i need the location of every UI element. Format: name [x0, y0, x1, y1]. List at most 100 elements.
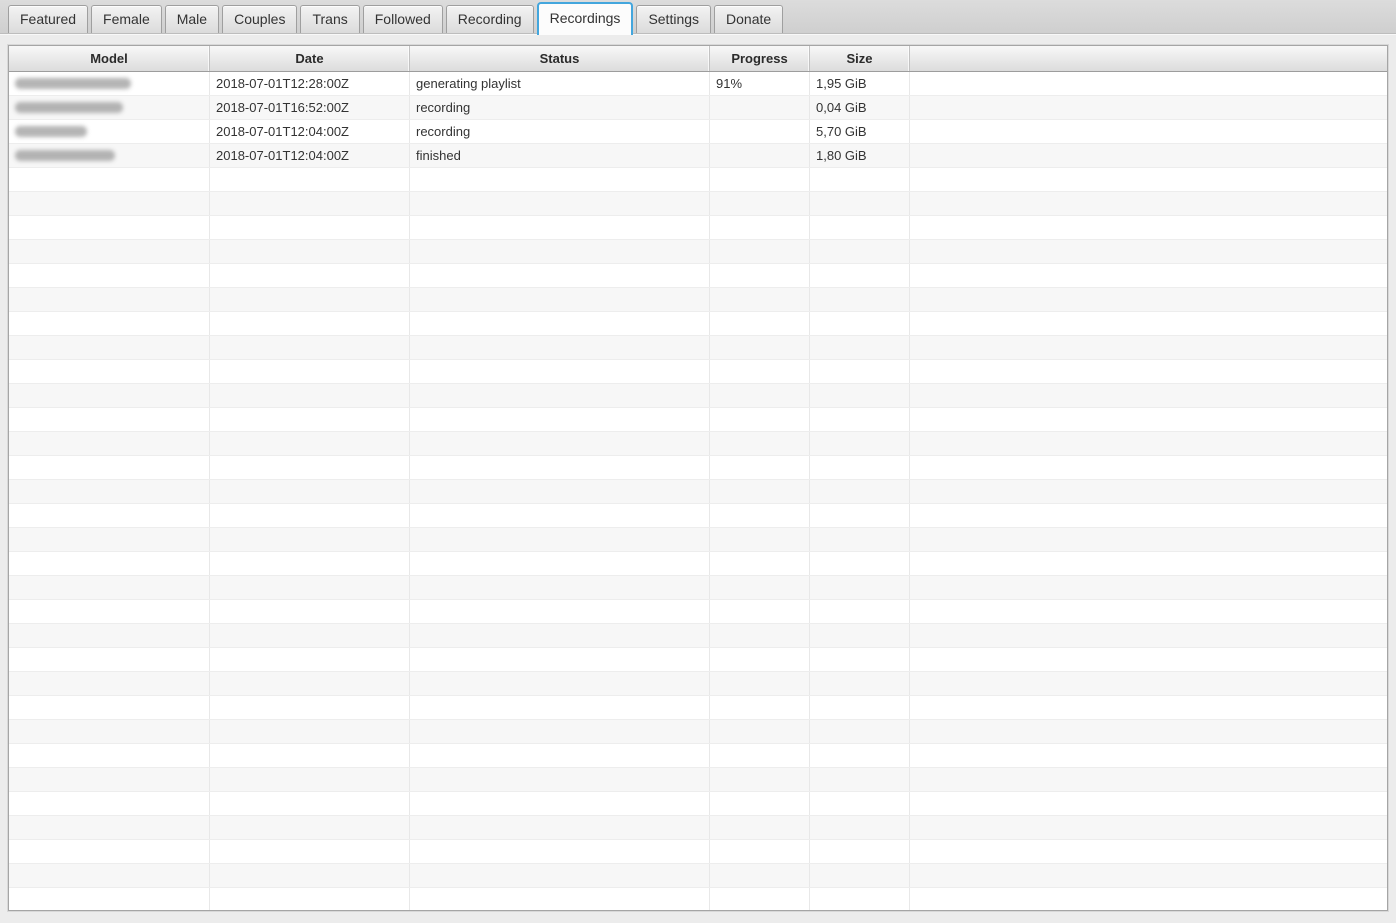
cell-date	[210, 216, 410, 239]
table-row[interactable]	[9, 480, 1387, 504]
table-row[interactable]	[9, 216, 1387, 240]
table-row[interactable]	[9, 744, 1387, 768]
column-header-status[interactable]: Status	[410, 46, 710, 71]
table-row[interactable]: 2018-07-01T16:52:00Z recording 0,04 GiB	[9, 96, 1387, 120]
tab-label: Settings	[648, 11, 700, 27]
table-row[interactable]	[9, 888, 1387, 910]
column-header-model[interactable]: Model	[9, 46, 210, 71]
table-row[interactable]	[9, 384, 1387, 408]
cell-filler	[910, 528, 1387, 551]
cell-date	[210, 288, 410, 311]
cell-filler	[910, 72, 1387, 95]
table-row[interactable]	[9, 696, 1387, 720]
table-row[interactable]	[9, 504, 1387, 528]
table-row[interactable]	[9, 792, 1387, 816]
table-row[interactable]: 2018-07-01T12:04:00Z recording 5,70 GiB	[9, 120, 1387, 144]
cell-size	[810, 240, 910, 263]
cell-filler	[910, 144, 1387, 167]
table-row[interactable]	[9, 528, 1387, 552]
cell-progress	[710, 600, 810, 623]
cell-progress	[710, 264, 810, 287]
cell-status	[410, 456, 710, 479]
cell-status: recording	[410, 120, 710, 143]
table-row[interactable]	[9, 576, 1387, 600]
table-row[interactable]	[9, 360, 1387, 384]
cell-status: finished	[410, 144, 710, 167]
cell-progress	[710, 312, 810, 335]
cell-model	[9, 288, 210, 311]
tab-featured[interactable]: Featured	[8, 5, 89, 33]
cell-model	[9, 528, 210, 551]
cell-status	[410, 336, 710, 359]
cell-status	[410, 672, 710, 695]
table-row[interactable]	[9, 768, 1387, 792]
table-row[interactable]	[9, 816, 1387, 840]
tab-recordings[interactable]: Recordings	[536, 2, 634, 35]
table-row[interactable]: 2018-07-01T12:28:00Z generating playlist…	[9, 72, 1387, 96]
table-row[interactable]	[9, 168, 1387, 192]
table-row[interactable]	[9, 600, 1387, 624]
cell-date	[210, 360, 410, 383]
tab-trans[interactable]: Trans	[300, 5, 360, 33]
cell-size	[810, 360, 910, 383]
column-header-date[interactable]: Date	[210, 46, 410, 71]
tab-recording[interactable]: Recording	[445, 5, 534, 33]
tab-couples[interactable]: Couples	[222, 5, 298, 33]
cell-model	[9, 72, 210, 95]
cell-model	[9, 672, 210, 695]
table-row[interactable]	[9, 312, 1387, 336]
table-row[interactable]	[9, 840, 1387, 864]
cell-progress	[710, 504, 810, 527]
tab-female[interactable]: Female	[91, 5, 162, 33]
cell-model	[9, 360, 210, 383]
table-row[interactable]	[9, 672, 1387, 696]
tab-settings[interactable]: Settings	[636, 5, 712, 33]
cell-size	[810, 168, 910, 191]
cell-progress	[710, 432, 810, 455]
table-row[interactable]	[9, 336, 1387, 360]
cell-model	[9, 792, 210, 815]
table-row[interactable]	[9, 624, 1387, 648]
cell-size	[810, 288, 910, 311]
cell-model	[9, 648, 210, 671]
cell-model	[9, 624, 210, 647]
table-row[interactable]	[9, 864, 1387, 888]
cell-date	[210, 600, 410, 623]
cell-progress	[710, 120, 810, 143]
cell-status	[410, 504, 710, 527]
cell-progress	[710, 696, 810, 719]
cell-progress	[710, 792, 810, 815]
tab-donate[interactable]: Donate	[714, 5, 784, 33]
column-header-progress[interactable]: Progress	[710, 46, 810, 71]
cell-filler	[910, 864, 1387, 887]
cell-model	[9, 336, 210, 359]
cell-model	[9, 480, 210, 503]
table-row[interactable]: 2018-07-01T12:04:00Z finished 1,80 GiB	[9, 144, 1387, 168]
cell-progress	[710, 768, 810, 791]
table-row[interactable]	[9, 264, 1387, 288]
table-row[interactable]	[9, 432, 1387, 456]
column-header-size[interactable]: Size	[810, 46, 910, 71]
cell-size: 1,95 GiB	[810, 72, 910, 95]
cell-date	[210, 864, 410, 887]
tab-male[interactable]: Male	[164, 5, 220, 33]
table-row[interactable]	[9, 648, 1387, 672]
cell-date	[210, 240, 410, 263]
cell-size	[810, 456, 910, 479]
tab-label: Featured	[20, 11, 77, 27]
tab-label: Followed	[374, 11, 431, 27]
cell-status	[410, 384, 710, 407]
table-row[interactable]	[9, 720, 1387, 744]
tab-followed[interactable]: Followed	[362, 5, 443, 33]
table-row[interactable]	[9, 552, 1387, 576]
table-row[interactable]	[9, 240, 1387, 264]
cell-filler	[910, 672, 1387, 695]
tab-label: Female	[103, 11, 150, 27]
table-row[interactable]	[9, 192, 1387, 216]
table-row[interactable]	[9, 288, 1387, 312]
cell-size	[810, 720, 910, 743]
table-row[interactable]	[9, 408, 1387, 432]
cell-progress	[710, 720, 810, 743]
table-row[interactable]	[9, 456, 1387, 480]
cell-size	[810, 744, 910, 767]
